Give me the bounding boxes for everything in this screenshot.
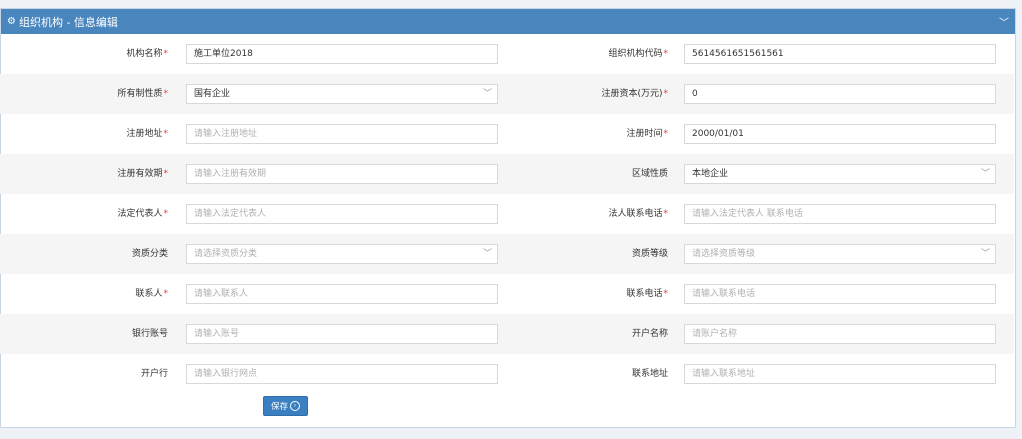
contact-label: 联系人*	[135, 289, 168, 299]
account-name-input[interactable]: 请账户名称	[684, 324, 996, 344]
contact-phone-input[interactable]: 请输入联系电话	[684, 284, 996, 304]
contact-address-label: 联系地址	[631, 369, 668, 379]
ownership-label: 所有制性质*	[117, 89, 168, 99]
chevron-down-icon: ﹀	[980, 169, 990, 179]
contact-phone-label: 联系电话*	[626, 289, 668, 299]
save-button[interactable]: 保存 ›	[263, 396, 308, 416]
region-type-select[interactable]: 本地企业 ﹀	[684, 164, 996, 184]
form-row: 开户行 请输入银行网点 联系地址 请输入联系地址	[0, 354, 1014, 394]
bank-branch-label: 开户行	[140, 369, 168, 379]
reg-time-input[interactable]: 2000/01/01	[684, 124, 996, 144]
chevron-down-icon: ﹀	[482, 249, 492, 259]
qual-category-label: 资质分类	[131, 249, 168, 259]
form-row: 联系人* 请输入联系人 联系电话* 请输入联系电话	[0, 274, 1014, 314]
panel-title: 组织机构 - 信息编辑	[18, 15, 118, 29]
cogs-icon: ⚙	[7, 16, 16, 27]
reg-validity-input[interactable]: 请输入注册有效期	[186, 164, 498, 184]
reg-capital-label: 注册资本(万元)*	[601, 89, 668, 99]
arrow-right-circle-icon: ›	[290, 401, 300, 411]
qual-category-value: 请选择资质分类	[194, 249, 258, 259]
bank-account-input[interactable]: 请输入账号	[186, 324, 498, 344]
contact-address-input[interactable]: 请输入联系地址	[684, 364, 996, 384]
org-code-input[interactable]: 5614561651561561	[684, 44, 996, 64]
org-code-label: 组织机构代码*	[608, 49, 668, 59]
form-row: 注册地址* 请输入注册地址 注册时间* 2000/01/01	[0, 114, 1014, 154]
form-row: 机构名称* 施工单位2018 组织机构代码* 5614561651561561	[0, 34, 1014, 74]
form-row: 银行账号 请输入账号 开户名称 请账户名称	[0, 314, 1014, 354]
reg-address-label: 注册地址*	[126, 129, 168, 139]
region-type-label: 区域性质	[631, 169, 668, 179]
reg-validity-label: 注册有效期*	[117, 169, 168, 179]
org-name-label: 机构名称*	[126, 49, 168, 59]
contact-input[interactable]: 请输入联系人	[186, 284, 498, 304]
legal-rep-input[interactable]: 请输入法定代表人	[186, 204, 498, 224]
legal-phone-label: 法人联系电话*	[608, 209, 668, 219]
form-row: 资质分类 请选择资质分类 ﹀ 资质等级 请选择资质等级 ﹀	[0, 234, 1014, 274]
qual-level-select[interactable]: 请选择资质等级 ﹀	[684, 244, 996, 264]
qual-category-select[interactable]: 请选择资质分类 ﹀	[186, 244, 498, 264]
account-name-label: 开户名称	[631, 329, 668, 339]
reg-time-label: 注册时间*	[626, 129, 668, 139]
qual-level-value: 请选择资质等级	[692, 249, 756, 259]
form-row: 注册有效期* 请输入注册有效期 区域性质 本地企业 ﹀	[0, 154, 1014, 194]
panel-header: ⚙ 组织机构 - 信息编辑 ﹀	[1, 9, 1015, 34]
reg-address-input[interactable]: 请输入注册地址	[186, 124, 498, 144]
chevron-down-icon[interactable]: ﹀	[999, 14, 1009, 29]
save-label: 保存	[270, 402, 288, 412]
bank-account-label: 银行账号	[131, 329, 168, 339]
form-row: 所有制性质* 国有企业 ﹀ 注册资本(万元)* 0	[0, 74, 1014, 114]
ownership-select[interactable]: 国有企业 ﹀	[186, 84, 498, 104]
chevron-down-icon: ﹀	[482, 89, 492, 99]
ownership-value: 国有企业	[194, 89, 231, 99]
chevron-down-icon: ﹀	[980, 249, 990, 259]
bank-branch-input[interactable]: 请输入银行网点	[186, 364, 498, 384]
legal-rep-label: 法定代表人*	[117, 209, 168, 219]
org-name-input[interactable]: 施工单位2018	[186, 44, 498, 64]
qual-level-label: 资质等级	[631, 249, 668, 259]
form-row: 法定代表人* 请输入法定代表人 法人联系电话* 请输入法定代表人 联系电话	[0, 194, 1014, 234]
region-type-value: 本地企业	[692, 169, 729, 179]
legal-phone-input[interactable]: 请输入法定代表人 联系电话	[684, 204, 996, 224]
reg-capital-input[interactable]: 0	[684, 84, 996, 104]
